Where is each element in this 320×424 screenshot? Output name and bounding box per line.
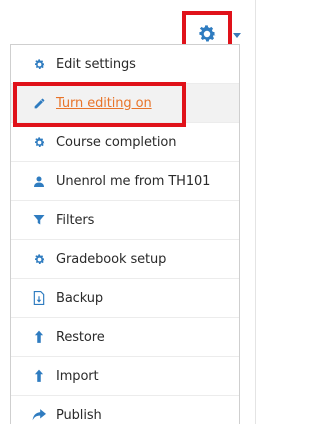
upload-icon bbox=[32, 330, 46, 344]
menu-item-label: Course completion bbox=[56, 134, 177, 150]
pencil-icon bbox=[32, 96, 46, 110]
menu-item-label: Import bbox=[56, 368, 99, 384]
menu-item-backup[interactable]: Backup bbox=[11, 279, 239, 318]
share-icon bbox=[32, 408, 46, 422]
gear-icon bbox=[32, 57, 46, 71]
chevron-down-icon bbox=[233, 33, 241, 38]
menu-item-unenrol[interactable]: Unenrol me from TH101 bbox=[11, 162, 239, 201]
user-icon bbox=[32, 174, 46, 188]
file-icon bbox=[32, 291, 46, 305]
actions-dropdown-menu: Edit settings Turn editing on Course com… bbox=[10, 44, 240, 424]
menu-item-label: Publish bbox=[56, 407, 102, 423]
menu-item-filters[interactable]: Filters bbox=[11, 201, 239, 240]
menu-item-restore[interactable]: Restore bbox=[11, 318, 239, 357]
menu-item-label: Edit settings bbox=[56, 56, 136, 72]
menu-item-label: Restore bbox=[56, 329, 105, 345]
gear-icon bbox=[32, 135, 46, 149]
upload-icon bbox=[32, 369, 46, 383]
menu-item-label: Backup bbox=[56, 290, 104, 306]
menu-item-label: Unenrol me from TH101 bbox=[56, 173, 211, 189]
menu-item-label: Filters bbox=[56, 212, 95, 228]
menu-item-course-completion[interactable]: Course completion bbox=[11, 123, 239, 162]
menu-item-edit-settings[interactable]: Edit settings bbox=[11, 45, 239, 84]
menu-item-gradebook-setup[interactable]: Gradebook setup bbox=[11, 240, 239, 279]
menu-item-import[interactable]: Import bbox=[11, 357, 239, 396]
menu-item-publish[interactable]: Publish bbox=[11, 396, 239, 424]
menu-item-label: Turn editing on bbox=[56, 95, 152, 111]
menu-item-label: Gradebook setup bbox=[56, 251, 167, 267]
menu-item-turn-editing-on[interactable]: Turn editing on bbox=[11, 84, 239, 123]
filter-icon bbox=[32, 213, 46, 227]
column-divider bbox=[255, 0, 256, 424]
gear-icon bbox=[32, 252, 46, 266]
